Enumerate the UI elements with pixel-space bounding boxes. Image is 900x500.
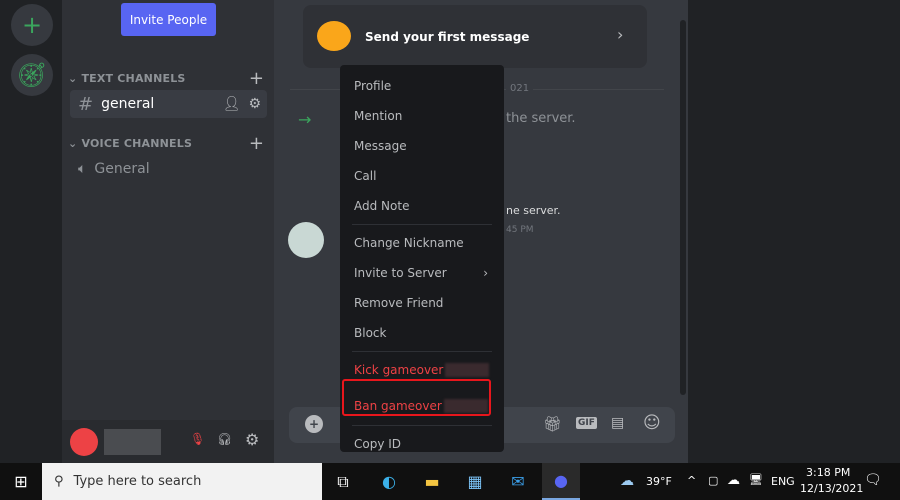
redacted-name (445, 363, 490, 377)
menu-label: Invite to Server (354, 266, 447, 280)
timestamp: 45 PM (506, 225, 534, 235)
username-redacted (104, 429, 161, 455)
menu-separator (352, 224, 492, 225)
voice-channels-category[interactable]: ⌄ VOICE CHANNELS (68, 137, 192, 150)
user-avatar[interactable] (288, 222, 324, 258)
language-indicator[interactable]: ENG (771, 475, 795, 488)
avatar[interactable] (70, 428, 98, 456)
hash-icon: # (78, 93, 94, 115)
meet-now-icon[interactable]: ▢ (708, 474, 718, 487)
add-voice-channel-icon[interactable]: + (249, 133, 264, 154)
menu-item-change-nickname[interactable]: Change Nickname (348, 228, 496, 258)
clock-time[interactable]: 3:18 PM (806, 466, 850, 479)
scroll-thumb[interactable] (680, 20, 686, 395)
compass-icon: 🧭︎ (16, 61, 48, 89)
chevron-right-icon: › (617, 25, 624, 44)
menu-item-message[interactable]: Message (348, 131, 496, 161)
menu-separator (352, 351, 492, 352)
menu-label: Kick gameover (354, 363, 444, 377)
sticker-icon[interactable]: ▤ (611, 415, 624, 431)
notifications-icon[interactable]: 🗨︎ (864, 472, 882, 488)
channel-sidebar: Invite People ⌄ TEXT CHANNELS + # genera… (62, 0, 274, 463)
task-view-icon[interactable]: ⧉ (324, 463, 362, 500)
date-label: 021 (506, 83, 534, 94)
gif-button[interactable]: GIF (576, 417, 597, 429)
add-channel-icon[interactable]: + (249, 68, 264, 89)
windows-start-icon[interactable]: ⊞ (2, 463, 40, 500)
menu-item-remove-friend[interactable]: Remove Friend (348, 288, 496, 318)
chevron-up-icon[interactable]: ^ (687, 474, 696, 487)
plus-icon: + (21, 11, 43, 39)
menu-separator (352, 425, 492, 426)
clock-date[interactable]: 12/13/2021 (800, 482, 863, 495)
onedrive-icon[interactable]: ☁ (727, 473, 740, 488)
gift-icon[interactable]: 🎁︎ (543, 415, 562, 433)
server-rail: + 🧭︎ (0, 0, 62, 463)
user-panel: 🎙︎ 🎧︎ ⚙ (62, 420, 274, 463)
send-first-message-card[interactable]: Send your first message › (303, 5, 647, 68)
speaker-icon: 🔈︎ (78, 161, 87, 177)
menu-item-add-note[interactable]: Add Note (348, 191, 496, 221)
system-message: the server. (506, 111, 576, 126)
menu-item-copy-id[interactable]: Copy ID (348, 429, 496, 459)
cta-label: Send your first message (365, 30, 530, 44)
chevron-right-icon: › (483, 266, 488, 280)
store-icon[interactable]: ▦ (456, 463, 494, 500)
scrollbar[interactable] (679, 0, 687, 395)
headphones-icon[interactable]: 🎧︎ (217, 432, 232, 446)
gear-icon[interactable]: ⚙ (248, 96, 261, 112)
menu-item-block[interactable]: Block (348, 318, 496, 348)
explore-servers-button[interactable]: 🧭︎ (11, 54, 53, 96)
category-label: TEXT CHANNELS (81, 72, 186, 85)
add-attachment-icon[interactable]: + (305, 415, 323, 433)
menu-item-mention[interactable]: Mention (348, 101, 496, 131)
join-arrow-icon: → (298, 110, 312, 129)
emoji-icon[interactable]: ☺ (643, 413, 661, 433)
search-placeholder: Type here to search (73, 474, 202, 489)
taskbar-search[interactable]: ⚲ Type here to search (42, 463, 322, 500)
discord-taskbar-icon[interactable]: ● (542, 463, 580, 500)
edge-icon[interactable]: ◐ (370, 463, 408, 500)
network-icon[interactable]: 🖥︎ (749, 473, 763, 486)
menu-item-call[interactable]: Call (348, 161, 496, 191)
weather-temp[interactable]: 39°F (646, 475, 672, 488)
mute-mic-icon[interactable]: 🎙︎ (190, 432, 205, 446)
add-server-button[interactable]: + (11, 4, 53, 46)
invite-icon[interactable]: 👤︎ (223, 96, 241, 112)
voice-channel-general[interactable]: 🔈︎ General (70, 155, 267, 183)
mail-icon[interactable]: ✉ (499, 463, 537, 500)
file-explorer-icon[interactable]: ▬ (413, 463, 451, 500)
category-label: VOICE CHANNELS (81, 137, 193, 150)
channel-name: General (94, 161, 150, 177)
reply-message: ne server. (506, 204, 561, 217)
weather-cloud-icon[interactable]: ☁ (620, 473, 634, 489)
channel-name: general (101, 96, 155, 112)
menu-item-profile[interactable]: Profile (348, 71, 496, 101)
ban-highlight-box (342, 379, 491, 416)
text-channels-category[interactable]: ⌄ TEXT CHANNELS (68, 72, 186, 85)
settings-gear-icon[interactable]: ⚙ (245, 430, 259, 449)
wave-icon (317, 21, 351, 51)
invite-people-button[interactable]: Invite People (121, 3, 216, 36)
taskbar: ⊞ ⚲ Type here to search ⧉ ◐ ▬ ▦ ✉ ● ☁ 39… (0, 463, 900, 500)
menu-item-invite-to-server[interactable]: Invite to Server › (348, 258, 496, 288)
channel-general[interactable]: # general 👤︎ ⚙ (70, 90, 267, 118)
search-icon: ⚲ (54, 474, 64, 489)
